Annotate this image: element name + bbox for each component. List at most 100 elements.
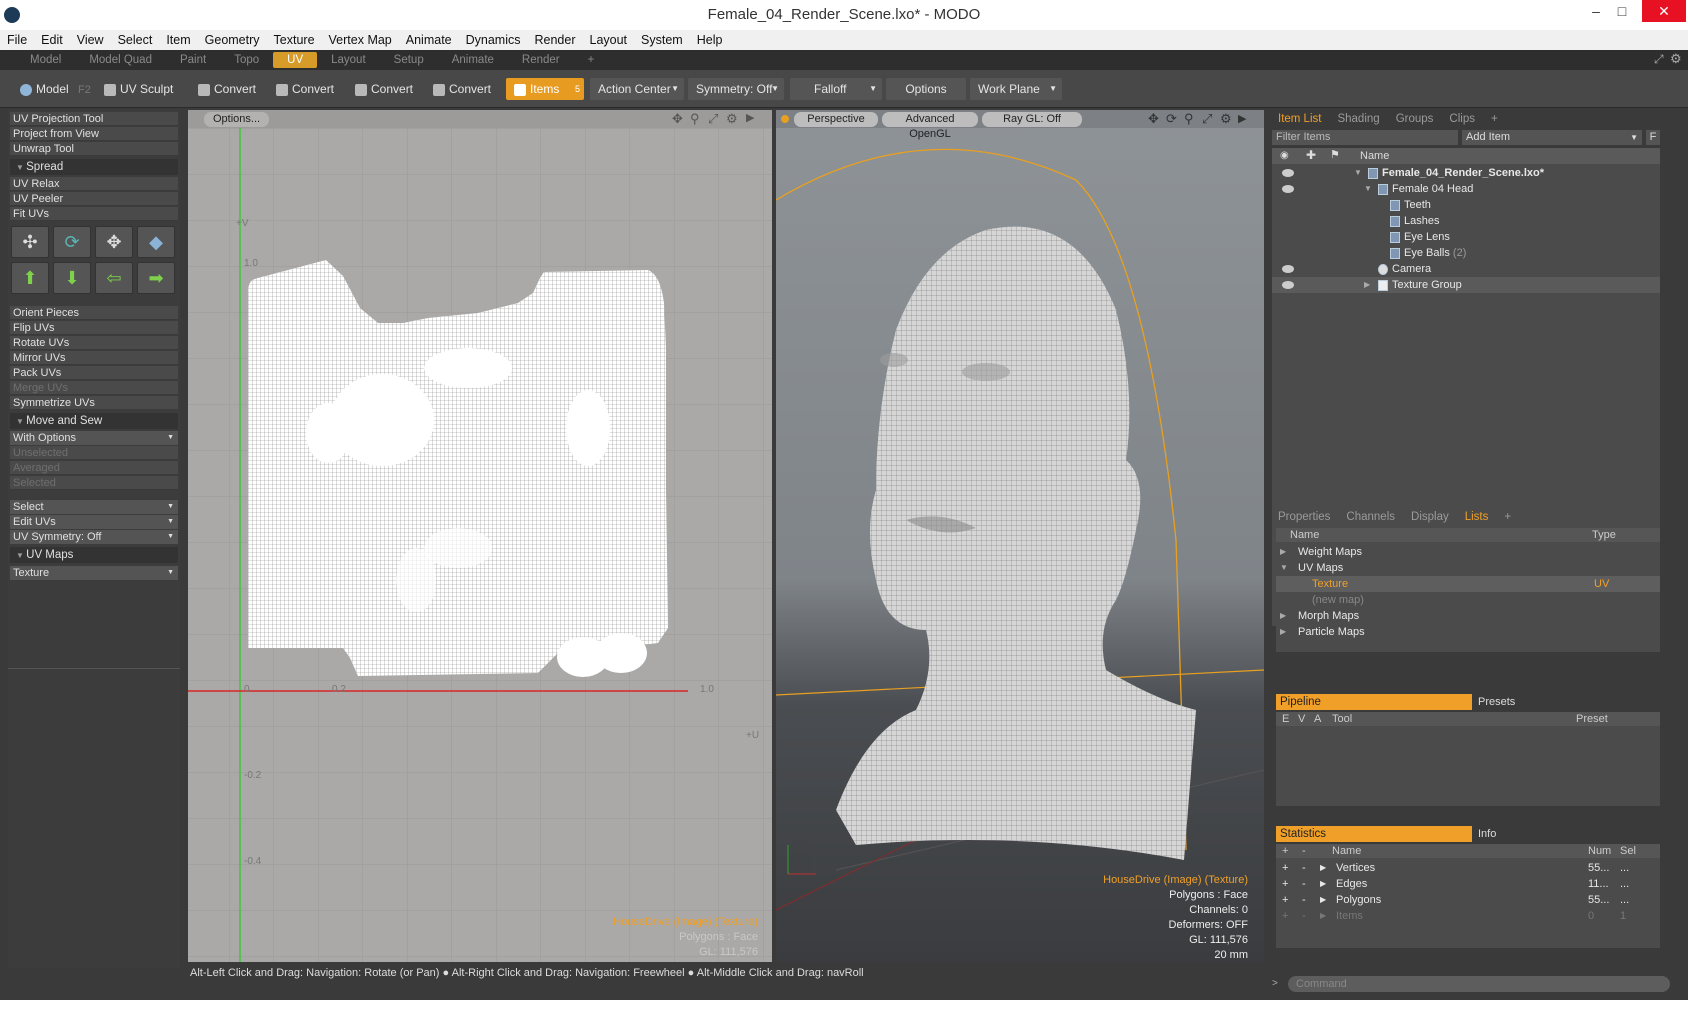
menu-system[interactable]: System xyxy=(634,33,690,47)
gear-icon[interactable]: ⚙ xyxy=(1656,51,1688,67)
tree-item-eye-balls[interactable]: Eye Balls (2) xyxy=(1272,245,1660,261)
fit-view-icon[interactable]: ⤢ xyxy=(708,111,718,127)
stat-row-polygons[interactable]: + - ▶ Polygons 55...... xyxy=(1276,892,1660,908)
tab-uv[interactable]: UV xyxy=(273,52,318,68)
tab-shading[interactable]: Shading xyxy=(1329,113,1387,125)
options-button[interactable]: Options xyxy=(886,78,966,100)
close-button[interactable]: ✕ xyxy=(1642,0,1686,22)
presets-tab[interactable]: Presets xyxy=(1478,694,1515,710)
tab-animate[interactable]: Animate xyxy=(438,54,508,66)
expand-icon[interactable]: ▶ xyxy=(1364,277,1370,293)
uv-projection-tool-button[interactable]: UV Projection Tool xyxy=(10,112,178,126)
tab-item-list[interactable]: Item List xyxy=(1270,113,1329,125)
items-mode-button[interactable]: Items 5 xyxy=(506,78,584,100)
tab-layout[interactable]: Layout xyxy=(317,54,380,66)
sew-unselected-button[interactable]: Unselected xyxy=(10,446,178,460)
tab-channels[interactable]: Channels xyxy=(1338,511,1403,523)
info-tab[interactable]: Info xyxy=(1478,826,1496,842)
rotate-3d-icon[interactable]: ⟳ xyxy=(1166,111,1177,127)
tab-display[interactable]: Display xyxy=(1403,511,1457,523)
arrow-left-icon[interactable]: ⇦ xyxy=(95,262,133,294)
move-and-sew-header[interactable]: ▼ Move and Sew xyxy=(10,413,178,429)
vmap-weight-maps[interactable]: ▶ Weight Maps xyxy=(1276,544,1660,560)
pan-icon[interactable]: ✥ xyxy=(672,111,683,127)
uv-map-dropdown[interactable]: Texture xyxy=(10,566,178,580)
uv-symmetry-dropdown[interactable]: UV Symmetry: Off xyxy=(10,530,178,544)
expand-icon[interactable]: ▼ xyxy=(1364,181,1372,197)
tree-item-teeth[interactable]: Teeth xyxy=(1272,197,1660,213)
zoom-icon[interactable]: ⚲ xyxy=(690,111,700,127)
with-options-dropdown[interactable]: With Options xyxy=(10,431,178,445)
vmap-texture[interactable]: Texture UV xyxy=(1276,576,1660,592)
flip-uvs-button[interactable]: Flip UVs xyxy=(10,321,178,335)
menu-item[interactable]: Item xyxy=(159,33,197,47)
action-center-dropdown[interactable]: Action Center ▼ xyxy=(590,78,684,100)
vmap-new-map[interactable]: (new map) xyxy=(1276,592,1660,608)
tab-lists[interactable]: Lists xyxy=(1457,511,1497,523)
tree-item-lashes[interactable]: Lashes xyxy=(1272,213,1660,229)
uv-options-button[interactable]: Options... xyxy=(204,112,270,127)
eye-icon[interactable] xyxy=(1282,281,1294,289)
tree-item-camera[interactable]: Camera xyxy=(1272,261,1660,277)
uv-viewport[interactable]: Options... ✥ ⚲ ⤢ ⚙ ▶ +V 1.0 -0.2 -0.4 0 xyxy=(188,110,772,962)
scale-uv-icon[interactable]: ✥ xyxy=(95,226,133,258)
uv-sculpt-button[interactable]: UV Sculpt xyxy=(96,78,181,100)
viewport-3d-menu-icon[interactable]: ▶ xyxy=(1238,112,1246,125)
arrow-up-icon[interactable]: ⬆ xyxy=(11,262,49,294)
falloff-dropdown[interactable]: Falloff ▼ xyxy=(790,78,882,100)
work-plane-dropdown[interactable]: Work Plane ▼ xyxy=(970,78,1062,100)
tab-setup[interactable]: Setup xyxy=(380,54,438,66)
menu-file[interactable]: File xyxy=(0,33,34,47)
stat-row-edges[interactable]: + - ▶ Edges 11...... xyxy=(1276,876,1660,892)
tab-groups[interactable]: Groups xyxy=(1388,113,1442,125)
tree-item-eye-lens[interactable]: Eye Lens xyxy=(1272,229,1660,245)
menu-texture[interactable]: Texture xyxy=(267,33,322,47)
stat-row-items[interactable]: + - ▶ Items 0 1 xyxy=(1276,908,1660,924)
vmap-particle-maps[interactable]: ▶ Particle Maps xyxy=(1276,624,1660,640)
eye-icon[interactable] xyxy=(1282,265,1294,273)
arrow-down-icon[interactable]: ⬇ xyxy=(53,262,91,294)
tab-model-quad[interactable]: Model Quad xyxy=(75,54,166,66)
edit-uvs-dropdown[interactable]: Edit UVs xyxy=(10,515,178,529)
add-panel-tab-button[interactable]: + xyxy=(1483,113,1506,125)
model-mode-button[interactable]: Model xyxy=(12,78,77,100)
pipeline-tab[interactable]: Pipeline xyxy=(1276,694,1472,710)
filter-options-button[interactable]: F xyxy=(1646,130,1660,145)
viewport-menu-icon[interactable]: ▶ xyxy=(746,111,754,124)
tree-item-texture-group[interactable]: ▶ Texture Group xyxy=(1272,277,1660,293)
filter-items-input[interactable]: Filter Items xyxy=(1272,130,1458,145)
convert-polygons-button[interactable]: Convert xyxy=(347,78,421,100)
move-uv-icon[interactable]: ✣ xyxy=(11,226,49,258)
vmap-uv-maps[interactable]: ▼ UV Maps xyxy=(1276,560,1660,576)
tab-paint[interactable]: Paint xyxy=(166,54,220,66)
project-from-view-button[interactable]: Project from View xyxy=(10,127,178,141)
tree-item-female-04-head[interactable]: ▼ Female 04 Head xyxy=(1272,181,1660,197)
stat-row-vertices[interactable]: + - ▶ Vertices 55...... xyxy=(1276,860,1660,876)
add-item-dropdown[interactable]: Add Item ▼ xyxy=(1462,130,1642,145)
convert-edges-button[interactable]: Convert xyxy=(268,78,342,100)
rotate-uvs-button[interactable]: Rotate UVs xyxy=(10,336,178,350)
menu-render[interactable]: Render xyxy=(528,33,583,47)
statistics-tab[interactable]: Statistics xyxy=(1276,826,1472,842)
zoom-3d-icon[interactable]: ⚲ xyxy=(1184,111,1194,127)
symmetry-dropdown[interactable]: Symmetry: Off ▼ xyxy=(688,78,784,100)
convert-vertices-button[interactable]: Convert xyxy=(190,78,264,100)
perspective-dropdown[interactable]: Perspective xyxy=(794,112,878,127)
symmetrize-uvs-button[interactable]: Symmetrize UVs xyxy=(10,396,178,410)
rotate-uv-icon[interactable]: ⟳ xyxy=(53,226,91,258)
menu-edit[interactable]: Edit xyxy=(34,33,70,47)
convert-materials-button[interactable]: Convert xyxy=(425,78,499,100)
pack-uvs-button[interactable]: Pack UVs xyxy=(10,366,178,380)
select-dropdown[interactable]: Select xyxy=(10,500,178,514)
menu-animate[interactable]: Animate xyxy=(399,33,459,47)
transform-uv-icon[interactable]: ◆ xyxy=(137,226,175,258)
command-input[interactable]: Command xyxy=(1288,976,1670,992)
tab-model[interactable]: Model xyxy=(16,54,75,66)
shading-dropdown[interactable]: Advanced OpenGL xyxy=(882,112,978,140)
uv-maps-header[interactable]: ▼ UV Maps xyxy=(10,547,178,563)
spread-header[interactable]: ▼ Spread xyxy=(10,159,178,175)
vmap-morph-maps[interactable]: ▶ Morph Maps xyxy=(1276,608,1660,624)
fit-uvs-button[interactable]: Fit UVs xyxy=(10,207,178,221)
pan-3d-icon[interactable]: ✥ xyxy=(1148,111,1159,127)
add-tab-button[interactable]: + xyxy=(574,54,609,66)
